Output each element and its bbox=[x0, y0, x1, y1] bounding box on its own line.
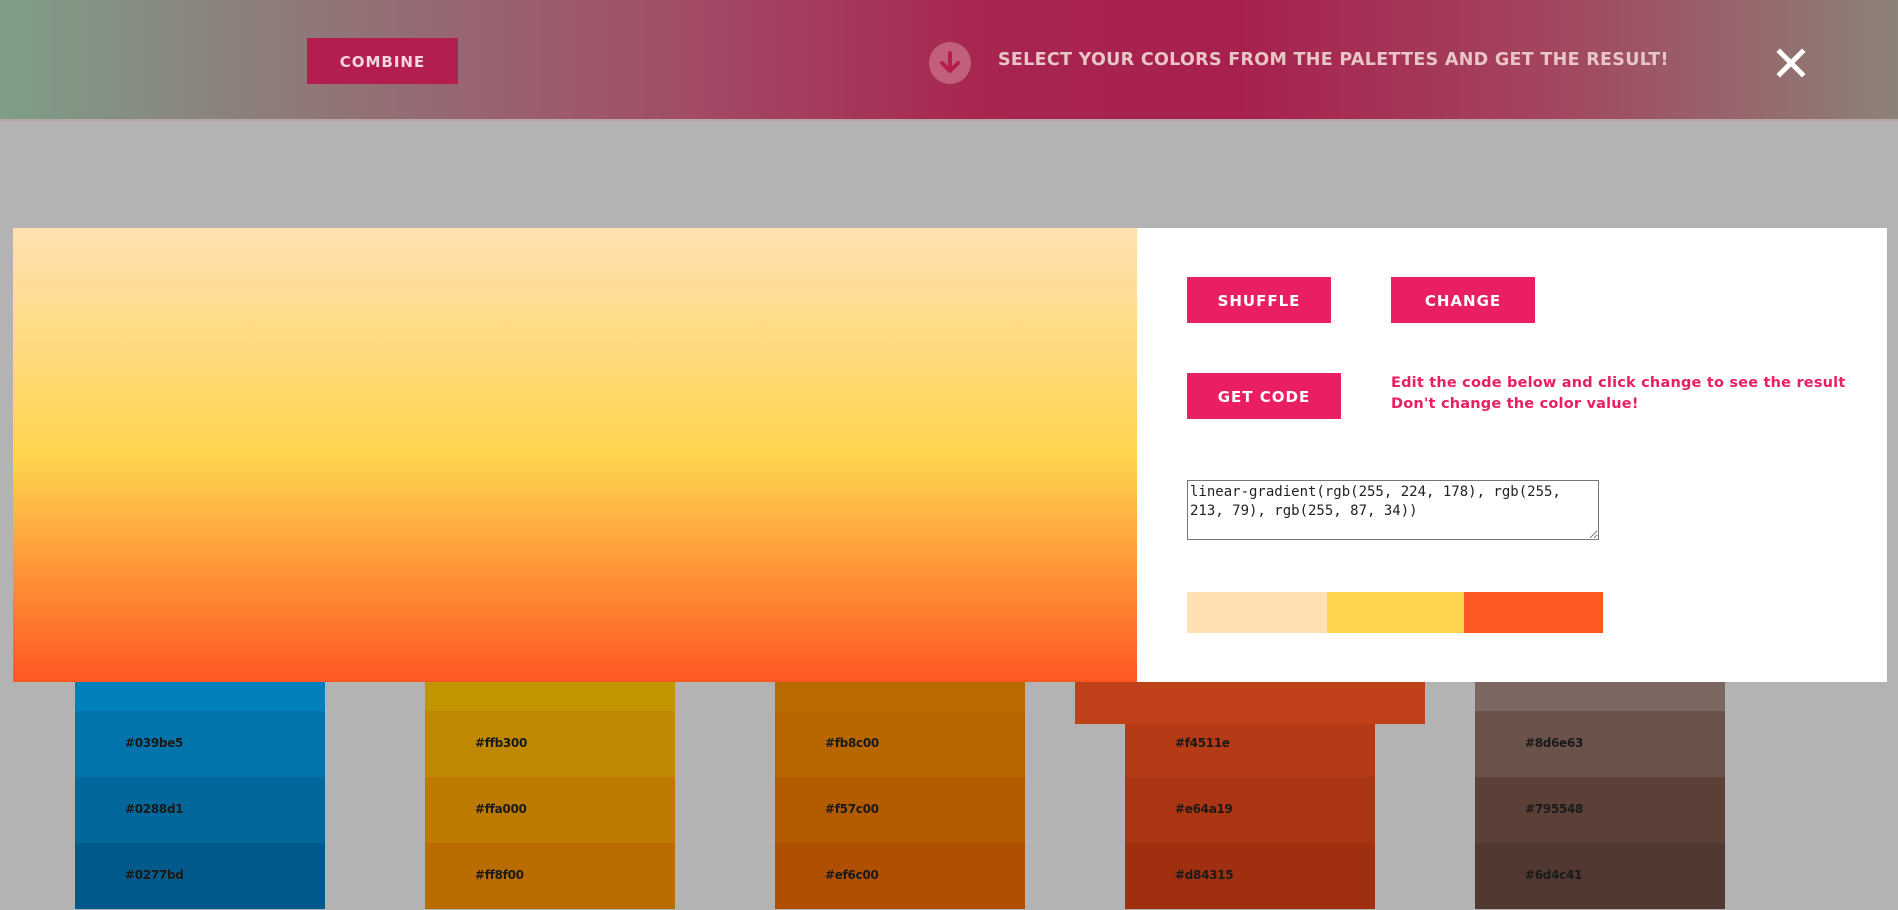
palette-swatch[interactable]: #f4511e bbox=[1125, 724, 1375, 777]
swatch-hex-label: #ef6c00 bbox=[825, 868, 879, 882]
palette-swatch[interactable]: #e64a19 bbox=[1125, 777, 1375, 843]
palette-swatch[interactable]: #ffa000 bbox=[425, 777, 675, 843]
instruction-text: SELECT YOUR COLORS FROM THE PALETTES AND… bbox=[998, 50, 1669, 70]
selected-color-swatch bbox=[1464, 592, 1603, 633]
palette-swatch-hovered[interactable] bbox=[1075, 682, 1425, 724]
swatch-hex-label: #ffb300 bbox=[475, 736, 528, 750]
gradient-preview bbox=[13, 228, 1137, 682]
palette-swatch[interactable]: #039be5 bbox=[75, 711, 325, 777]
swatch-hex-label: #ffa000 bbox=[475, 802, 527, 816]
swatch-hex-label: #795548 bbox=[1525, 802, 1584, 816]
selected-color-swatch bbox=[1327, 592, 1464, 633]
swatch-hex-label: #d84315 bbox=[1175, 868, 1234, 882]
combine-button[interactable]: COMBINE bbox=[307, 38, 458, 84]
swatch-hex-label: #6d4c41 bbox=[1525, 868, 1583, 882]
palette-swatch[interactable] bbox=[75, 682, 325, 711]
swatch-hex-label: #f57c00 bbox=[825, 802, 879, 816]
selected-colors-bar bbox=[1187, 592, 1603, 633]
palette-swatch[interactable] bbox=[425, 682, 675, 711]
palette-swatch[interactable]: #d84315 bbox=[1125, 843, 1375, 909]
shuffle-button[interactable]: SHUFFLE bbox=[1187, 277, 1331, 323]
palette-swatch[interactable]: #0288d1 bbox=[75, 777, 325, 843]
palette-swatch[interactable]: #ef6c00 bbox=[775, 843, 1025, 909]
swatch-hex-label: #039be5 bbox=[125, 736, 184, 750]
warning-text: Don't change the color value! bbox=[1391, 396, 1639, 412]
swatch-hex-label: #8d6e63 bbox=[1525, 736, 1584, 750]
palette-swatch[interactable]: #ff8f00 bbox=[425, 843, 675, 909]
swatch-hex-label: #fb8c00 bbox=[825, 736, 879, 750]
top-banner: COMBINE SELECT YOUR COLORS FROM THE PALE… bbox=[0, 0, 1898, 121]
swatch-hex-label: #f4511e bbox=[1175, 736, 1230, 750]
palette-swatch[interactable]: #f57c00 bbox=[775, 777, 1025, 843]
swatch-hex-label: #ff8f00 bbox=[475, 868, 524, 882]
change-button[interactable]: CHANGE bbox=[1391, 277, 1535, 323]
swatch-hex-label: #e64a19 bbox=[1175, 802, 1233, 816]
swatch-hex-label: #0277bd bbox=[125, 868, 184, 882]
palette-swatch[interactable] bbox=[775, 682, 1025, 711]
get-code-button[interactable]: GET CODE bbox=[1187, 373, 1341, 419]
selected-color-swatch bbox=[1187, 592, 1327, 633]
edit-hint-text: Edit the code below and click change to … bbox=[1391, 375, 1846, 391]
close-icon[interactable] bbox=[1776, 48, 1806, 78]
palette-swatch[interactable]: #8d6e63 bbox=[1475, 711, 1725, 777]
palette-swatch[interactable] bbox=[1475, 682, 1725, 711]
arrow-down-icon bbox=[929, 42, 971, 84]
gradient-code-textarea[interactable]: linear-gradient(rgb(255, 224, 178), rgb(… bbox=[1187, 480, 1599, 540]
palette-swatch[interactable]: #0277bd bbox=[75, 843, 325, 909]
palette-swatch[interactable]: #6d4c41 bbox=[1475, 843, 1725, 909]
palette-swatch[interactable]: #795548 bbox=[1475, 777, 1725, 843]
palette-swatch[interactable]: #ffb300 bbox=[425, 711, 675, 777]
palette-swatch[interactable]: #fb8c00 bbox=[775, 711, 1025, 777]
swatch-hex-label: #0288d1 bbox=[125, 802, 184, 816]
